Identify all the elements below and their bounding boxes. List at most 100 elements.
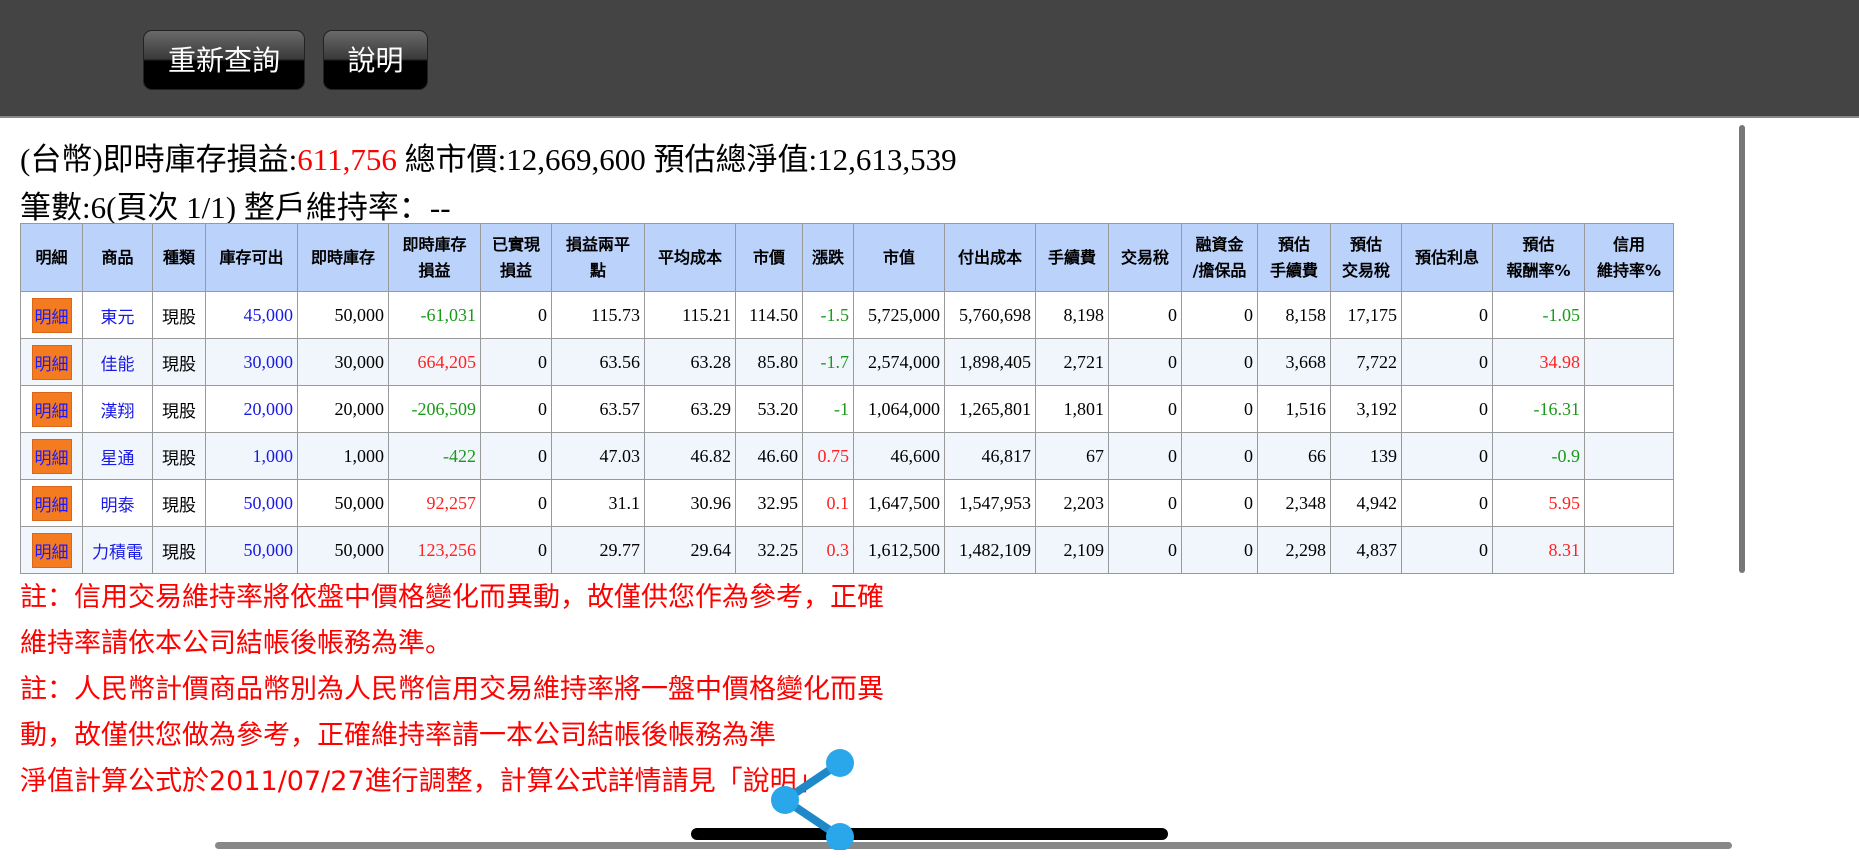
column-header: 預估報酬率% [1492, 223, 1585, 292]
cell-be: 115.73 [551, 291, 645, 339]
column-header-text: 種類 [162, 247, 195, 267]
column-header-text: 庫存可出 [219, 247, 284, 267]
cell-tax: 0 [1108, 432, 1182, 480]
summary-line-1: (台幣)即時庫存損益:611,756 總市價:12,669,600 預估總淨值:… [20, 134, 957, 179]
column-header-text: 手續費 [1269, 260, 1318, 280]
column-header-text: 交易稅 [1120, 247, 1169, 267]
cell-etax: 4,942 [1330, 479, 1402, 527]
cell-price: 53.20 [735, 385, 803, 433]
vertical-scrollbar[interactable] [1739, 125, 1745, 573]
detail-button[interactable]: 明細 [31, 344, 72, 380]
column-header: 即時庫存 損益 [388, 223, 481, 292]
horizontal-scrollbar[interactable] [215, 842, 1732, 849]
detail-cell: 明細 [20, 432, 83, 480]
column-header: 付出成本 [944, 223, 1036, 292]
cell-efee: 8,158 [1257, 291, 1331, 339]
cell-credit [1584, 291, 1674, 339]
cell-avg: 63.29 [644, 385, 736, 433]
product-cell: 星通 [82, 432, 153, 480]
type-cell: 現股 [152, 385, 206, 433]
column-header: 種類 [152, 223, 206, 292]
top-toolbar: 重新查詢 說明 [0, 0, 1859, 118]
type-cell: 現股 [152, 479, 206, 527]
column-header-text: 報酬率% [1506, 260, 1571, 280]
cell-be: 63.57 [551, 385, 645, 433]
detail-cell: 明細 [20, 526, 83, 574]
product-link[interactable]: 東元 [101, 308, 135, 328]
cell-etax: 139 [1330, 432, 1402, 480]
column-header-text: 已實現 [491, 234, 540, 254]
column-header-text: 市價 [752, 247, 785, 267]
cell-etax: 3,192 [1330, 385, 1402, 433]
cell-efee: 2,348 [1257, 479, 1331, 527]
cell-efee: 66 [1257, 432, 1331, 480]
cell-credit [1584, 479, 1674, 527]
column-header: 市值 [853, 223, 945, 292]
detail-button[interactable]: 明細 [31, 532, 72, 568]
cell-ret: -0.9 [1492, 432, 1585, 480]
cell-cost: 1,265,801 [944, 385, 1036, 433]
product-link[interactable]: 力積電 [92, 543, 143, 563]
cell-credit [1584, 526, 1674, 574]
column-header-text: 預估 [1522, 234, 1555, 254]
cell-cost: 1,482,109 [944, 526, 1036, 574]
column-header-text: 商品 [101, 247, 134, 267]
cell-qty: 30,000 [297, 338, 389, 386]
cell-margin: 0 [1181, 338, 1258, 386]
product-link[interactable]: 佳能 [101, 355, 135, 375]
cell-tax: 0 [1108, 385, 1182, 433]
net-value: 預估總淨值:12,613,539 [645, 142, 957, 177]
cell-chg: 0.3 [802, 526, 854, 574]
column-header-text: 損益 [418, 260, 451, 280]
cell-price: 32.25 [735, 526, 803, 574]
cell-avail: 20,000 [205, 385, 298, 433]
detail-button[interactable]: 明細 [31, 438, 72, 474]
cell-price: 85.80 [735, 338, 803, 386]
detail-cell: 明細 [20, 291, 83, 339]
cell-mv: 1,647,500 [853, 479, 945, 527]
product-cell: 力積電 [82, 526, 153, 574]
cell-pl: 92,257 [388, 479, 481, 527]
help-button[interactable]: 說明 [323, 30, 428, 90]
column-header: 手續費 [1035, 223, 1109, 292]
cell-pl: -422 [388, 432, 481, 480]
summary-line-2: 筆數:6(頁次 1/1) 整戶維持率：-- [20, 190, 451, 225]
pl-value: 611,756 [297, 142, 397, 177]
cell-pl: 123,256 [388, 526, 481, 574]
column-header-text: 預估 [1277, 234, 1310, 254]
cell-mv: 1,064,000 [853, 385, 945, 433]
product-link[interactable]: 星通 [101, 449, 135, 469]
cell-chg: -1.5 [802, 291, 854, 339]
detail-button[interactable]: 明細 [31, 297, 72, 333]
cell-ret: -16.31 [1492, 385, 1585, 433]
cell-efee: 3,668 [1257, 338, 1331, 386]
column-header-text: 信用 [1612, 234, 1645, 254]
cell-avail: 1,000 [205, 432, 298, 480]
detail-button[interactable]: 明細 [31, 391, 72, 427]
share-icon[interactable] [760, 745, 860, 850]
cell-realized: 0 [480, 526, 552, 574]
cell-avg: 115.21 [644, 291, 736, 339]
column-header: 融資金/擔保品 [1181, 223, 1258, 292]
cell-price: 32.95 [735, 479, 803, 527]
cell-be: 29.77 [551, 526, 645, 574]
table-row: 明細 佳能 現股 30,000 30,000 664,205 0 63.56 63.28 85.8… [20, 338, 1674, 386]
cell-avail: 30,000 [205, 338, 298, 386]
product-link[interactable]: 漢翔 [101, 402, 135, 422]
cell-fee: 2,721 [1035, 338, 1109, 386]
product-link[interactable]: 明泰 [101, 496, 135, 516]
cell-pl: -61,031 [388, 291, 481, 339]
requery-button[interactable]: 重新查詢 [143, 30, 305, 90]
cell-ret: 34.98 [1492, 338, 1585, 386]
cell-tax: 0 [1108, 479, 1182, 527]
detail-cell: 明細 [20, 385, 83, 433]
detail-button[interactable]: 明細 [31, 485, 72, 521]
column-header-text: 預估利息 [1414, 247, 1479, 267]
column-header: 商品 [82, 223, 153, 292]
pl-label: (台幣)即時庫存損益: [20, 142, 298, 177]
detail-cell: 明細 [20, 479, 83, 527]
cell-qty: 20,000 [297, 385, 389, 433]
type-cell: 現股 [152, 338, 206, 386]
column-header: 預估 交易稅 [1330, 223, 1402, 292]
cell-avail: 50,000 [205, 479, 298, 527]
